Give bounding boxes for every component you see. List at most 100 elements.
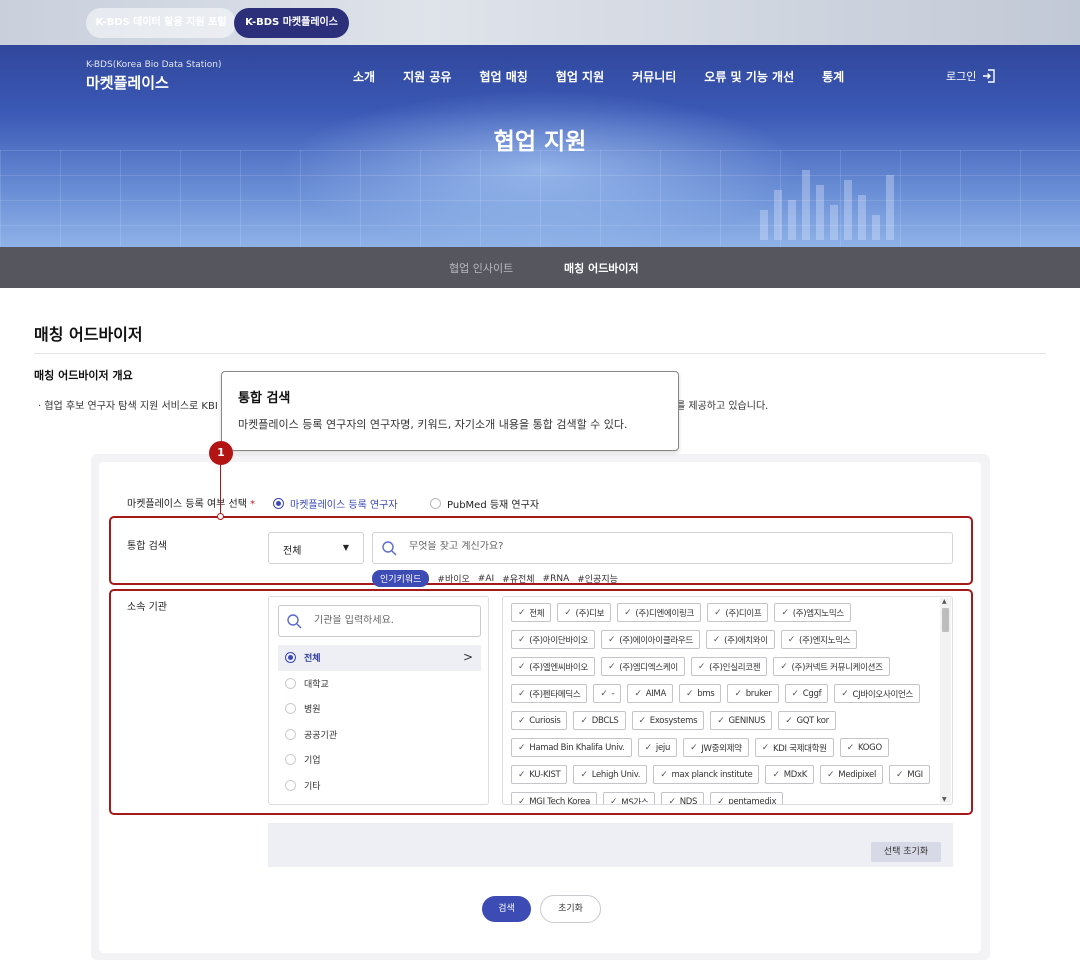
nav-item-community[interactable]: 커뮤니티 — [632, 68, 676, 85]
check-icon: ✓ — [685, 688, 694, 699]
org-type-public[interactable]: 공공기관 — [278, 722, 481, 748]
nav-item-intro[interactable]: 소개 — [353, 68, 375, 85]
org-chip[interactable]: ✓ bruker — [727, 684, 779, 703]
org-chip[interactable]: ✓ NDS — [661, 792, 705, 804]
org-chip[interactable]: ✓ Cggf — [784, 684, 829, 703]
org-chip[interactable]: ✓ bms — [678, 684, 722, 703]
org-chip[interactable]: ✓ (주)엠디엑스케이 — [600, 657, 685, 676]
org-chip[interactable]: ✓ Medipixel — [820, 765, 884, 784]
radio-marketplace-researcher[interactable]: 마켓플레이스 등록 연구자 — [273, 496, 398, 511]
org-chip-label: 전체 — [529, 608, 545, 619]
org-type-university[interactable]: 대학교 — [278, 671, 481, 697]
reset-selection-button[interactable]: 선택 초기화 — [871, 842, 941, 862]
org-chip[interactable]: ✓ Exosystems — [631, 711, 705, 730]
org-chip[interactable]: ✓ (주)엘엔씨바이오 — [511, 657, 595, 676]
scroll-down-icon[interactable]: ▼ — [942, 796, 947, 803]
org-chip[interactable]: ✓ MS가스 — [603, 792, 656, 804]
org-chip[interactable]: ✓ Hamad Bin Khalifa Univ. — [511, 738, 632, 757]
keyword-tag[interactable]: #유전체 — [502, 572, 534, 585]
search-input[interactable] — [409, 541, 929, 552]
tooltip-title: 통합 검색 — [238, 391, 291, 406]
reset-button[interactable]: 초기화 — [540, 895, 601, 923]
org-chip[interactable]: ✓ CJ바이오사이언스 — [834, 684, 921, 703]
org-chip[interactable]: ✓ (주)인실리코젠 — [690, 657, 768, 676]
integrated-search-box[interactable] — [372, 532, 953, 564]
org-type-hospital[interactable]: 병원 — [278, 696, 481, 722]
keyword-tag[interactable]: #바이오 — [437, 572, 469, 585]
search-icon — [287, 614, 302, 629]
org-chip-label: MGI Tech Korea — [529, 796, 591, 805]
nav-item-bug-report[interactable]: 오류 및 기능 개선 — [704, 68, 794, 85]
org-chip[interactable]: ✓ MGI Tech Korea — [511, 792, 598, 805]
org-search-input[interactable] — [314, 615, 474, 626]
org-chip-list: ✓ 전체 ✓ (주)디보 ✓ (주)디엔에이링크 ✓ (주)디이프 ✓ (주)엠지노믹스 ✓ (주)아… — [511, 603, 936, 805]
radio-dot-icon — [285, 728, 296, 740]
org-search-box[interactable] — [278, 605, 481, 637]
annotation-anchor-dot — [217, 513, 224, 520]
org-chip-label: Cggf — [802, 688, 822, 699]
org-chip[interactable]: ✓ pentamedix — [710, 792, 784, 804]
org-chip[interactable]: ✓ jeju — [637, 738, 678, 757]
scrollbar[interactable]: ▲ ▼ — [940, 598, 951, 803]
org-type-company[interactable]: 기업 — [278, 747, 481, 773]
org-chip[interactable]: ✓ (주)디보 — [557, 603, 612, 622]
org-chip[interactable]: ✓ Curiosis — [511, 711, 568, 730]
org-chip[interactable]: ✓ (주)아이단바이오 — [511, 630, 595, 649]
check-icon: ✓ — [600, 688, 608, 699]
org-chip[interactable]: ✓ Lehigh Univ. — [573, 765, 648, 784]
tooltip-body: 마켓플레이스 등록 연구자의 연구자명, 키워드, 자기소개 내용을 통합 검색… — [238, 418, 628, 431]
org-chip-label: MGI — [907, 769, 923, 780]
org-chip[interactable]: ✓ (주)디이프 — [707, 603, 769, 622]
org-chip[interactable]: ✓ MGI — [889, 765, 930, 784]
subnav-matching-advisor[interactable]: 매칭 어드바이저 — [564, 260, 639, 276]
tab-marketplace[interactable]: K-BDS 마켓플레이스 — [234, 8, 349, 38]
org-chip[interactable]: ✓ max planck institute — [653, 765, 760, 784]
search-scope-select[interactable]: 전체 ▼ — [268, 532, 364, 564]
select-value: 전체 — [283, 546, 302, 557]
brand-subtitle: K-BDS(Korea Bio Data Station) — [86, 60, 222, 70]
register-filter-label: 마켓플레이스 등록 여부 선택 * — [127, 495, 255, 510]
login-button[interactable]: 로그인 — [946, 68, 996, 84]
scrollbar-thumb[interactable] — [942, 608, 949, 632]
org-chip[interactable]: ✓ KOGO — [839, 738, 889, 757]
keyword-tag[interactable]: #RNA — [543, 574, 570, 584]
org-chip[interactable]: ✓ (주)에치와이 — [705, 630, 775, 649]
popular-keyword-badge: 인기키워드 — [372, 570, 430, 587]
subnav-collab-insight[interactable]: 협업 인사이트 — [449, 260, 513, 276]
org-chip-label: (주)엔지노믹스 — [799, 635, 851, 646]
keyword-tag[interactable]: #인공지능 — [577, 572, 618, 585]
org-chip[interactable]: ✓ KU-KIST — [511, 765, 568, 784]
nav-item-statistics[interactable]: 통계 — [822, 68, 844, 85]
org-chip[interactable]: ✓ KDI 국제대학원 — [754, 738, 834, 757]
org-chip[interactable]: ✓ 전체 — [511, 603, 552, 622]
brand-logo[interactable]: K-BDS(Korea Bio Data Station) 마켓플레이스 — [86, 60, 222, 93]
org-chip[interactable]: ✓ GQT kor — [778, 711, 836, 730]
org-type-all[interactable]: 전체 > — [278, 645, 481, 671]
org-chip[interactable]: ✓ DBCLS — [573, 711, 626, 730]
org-chip-label: MDxK — [783, 769, 808, 780]
nav-item-collab-matching[interactable]: 협업 매칭 — [479, 68, 527, 85]
nav-item-support-share[interactable]: 지원 공유 — [403, 68, 451, 85]
radio-label: PubMed 등재 연구자 — [447, 500, 540, 511]
org-chip[interactable]: ✓ AIMA — [627, 684, 673, 703]
org-chip[interactable]: ✓ (주)엔지노믹스 — [780, 630, 858, 649]
org-chip[interactable]: ✓ (주)커넥트 커뮤니케이션즈 — [773, 657, 890, 676]
radio-pubmed-researcher[interactable]: PubMed 등재 연구자 — [430, 496, 539, 511]
keyword-tag[interactable]: #AI — [478, 574, 494, 584]
login-label: 로그인 — [946, 70, 977, 83]
tab-data-portal[interactable]: K-BDS 데이터 활용 지원 포털 — [86, 8, 236, 38]
org-chip[interactable]: ✓ JW중외제약 — [683, 738, 749, 757]
nav-item-collab-support[interactable]: 협업 지원 — [556, 68, 604, 85]
org-chip[interactable]: ✓ (주)에이아이클라우드 — [600, 630, 700, 649]
radio-label: 마켓플레이스 등록 연구자 — [290, 500, 398, 511]
search-button[interactable]: 검색 — [482, 896, 531, 922]
org-chip[interactable]: ✓ (주)디엔에이링크 — [617, 603, 702, 622]
org-chip[interactable]: ✓ (주)엠지노믹스 — [774, 603, 851, 622]
org-type-other[interactable]: 기타 — [278, 773, 481, 799]
org-chip[interactable]: ✓ GENINUS — [710, 711, 773, 730]
org-chip[interactable]: ✓ - — [593, 684, 622, 703]
org-chip[interactable]: ✓ (주)펜타메딕스 — [511, 684, 588, 703]
scroll-up-icon[interactable]: ▲ — [942, 598, 947, 605]
global-nav: 소개 지원 공유 협업 매칭 협업 지원 커뮤니티 오류 및 기능 개선 통계 — [353, 68, 844, 85]
org-chip[interactable]: ✓ MDxK — [765, 765, 815, 784]
